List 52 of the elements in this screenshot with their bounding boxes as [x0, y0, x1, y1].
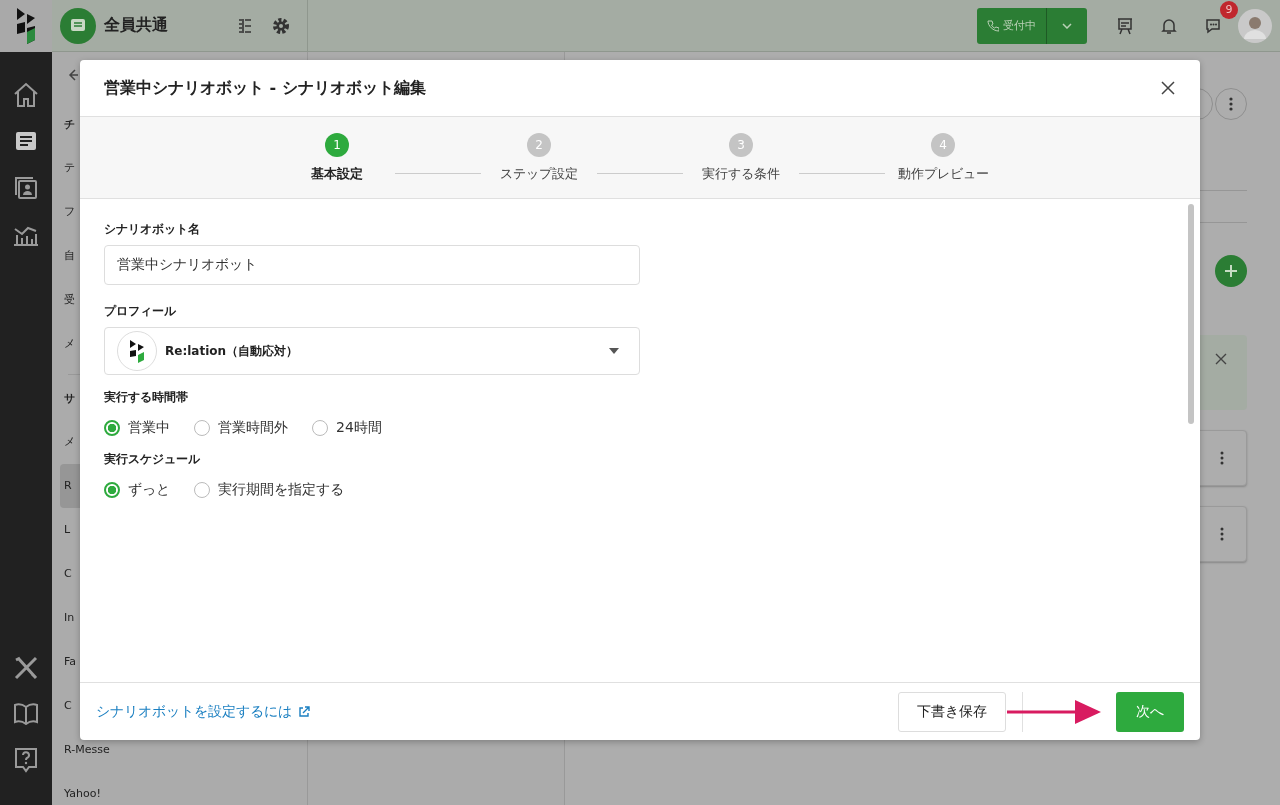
radio-option[interactable]: 営業時間外 [194, 419, 288, 437]
step-number: 1 [325, 133, 349, 157]
step-label: 実行する条件 [702, 165, 780, 183]
profile-select[interactable]: Re:lation（自動応対） [104, 327, 640, 375]
profile-logo-icon [117, 331, 157, 371]
notification-badge: 9 [1220, 0, 1238, 19]
field-label: 実行スケジュール [104, 451, 200, 468]
field-label: 実行する時間帯 [104, 389, 188, 406]
save-draft-button[interactable]: 下書き保存 [898, 691, 1006, 732]
more-icon[interactable] [1220, 527, 1224, 541]
help-link[interactable]: シナリオボットを設定するには [96, 702, 310, 721]
close-icon[interactable] [1161, 81, 1175, 95]
more-icon [1229, 97, 1233, 111]
workspace-name: 全員共通 [104, 15, 169, 36]
workspace-icon[interactable] [60, 7, 96, 44]
more-icon[interactable] [1220, 451, 1224, 465]
step-number: 2 [527, 133, 551, 157]
section-heading: チ [64, 117, 75, 133]
help-icon[interactable] [14, 747, 38, 773]
settings-icon[interactable] [271, 15, 291, 36]
caret-icon [609, 348, 619, 354]
external-link-icon [298, 705, 310, 718]
radio-option[interactable]: 実行期間を指定する [194, 481, 344, 499]
board-icon[interactable] [1116, 16, 1134, 35]
scrollbar[interactable] [1188, 204, 1194, 424]
step-label: 基本設定 [311, 165, 363, 183]
book-icon[interactable] [13, 703, 39, 725]
field-label: プロフィール [104, 303, 176, 320]
step-number: 4 [931, 133, 955, 157]
radio-option[interactable]: 24時間 [312, 419, 382, 437]
back-arrow-icon[interactable] [68, 68, 80, 82]
add-button[interactable] [1215, 255, 1247, 287]
logo-icon [15, 7, 37, 44]
radio-option[interactable]: ずっと [104, 481, 170, 499]
dialog-title: 営業中シナリオボット - シナリオボット編集 [104, 77, 426, 99]
step-label: ステップ設定 [500, 165, 578, 183]
plus-icon [1223, 263, 1239, 279]
contact-card-icon[interactable] [14, 176, 38, 200]
chevron-icon [1062, 22, 1072, 29]
avatar-icon[interactable] [1238, 8, 1272, 43]
step-number: 3 [729, 133, 753, 157]
channel-list-item[interactable]: Yahoo! [60, 772, 307, 805]
bell-icon[interactable] [1160, 16, 1178, 35]
home-icon[interactable] [12, 82, 40, 108]
phone-icon [987, 19, 999, 32]
field-label: シナリオボット名 [104, 221, 200, 238]
radio-option[interactable]: 営業中 [104, 419, 170, 437]
step-label: 動作プレビュー [897, 165, 989, 183]
tools-icon[interactable] [13, 655, 39, 681]
name-input-field[interactable]: 営業中シナリオボット [104, 245, 640, 285]
section-heading: サ [64, 391, 75, 407]
close-icon[interactable] [1215, 353, 1227, 365]
